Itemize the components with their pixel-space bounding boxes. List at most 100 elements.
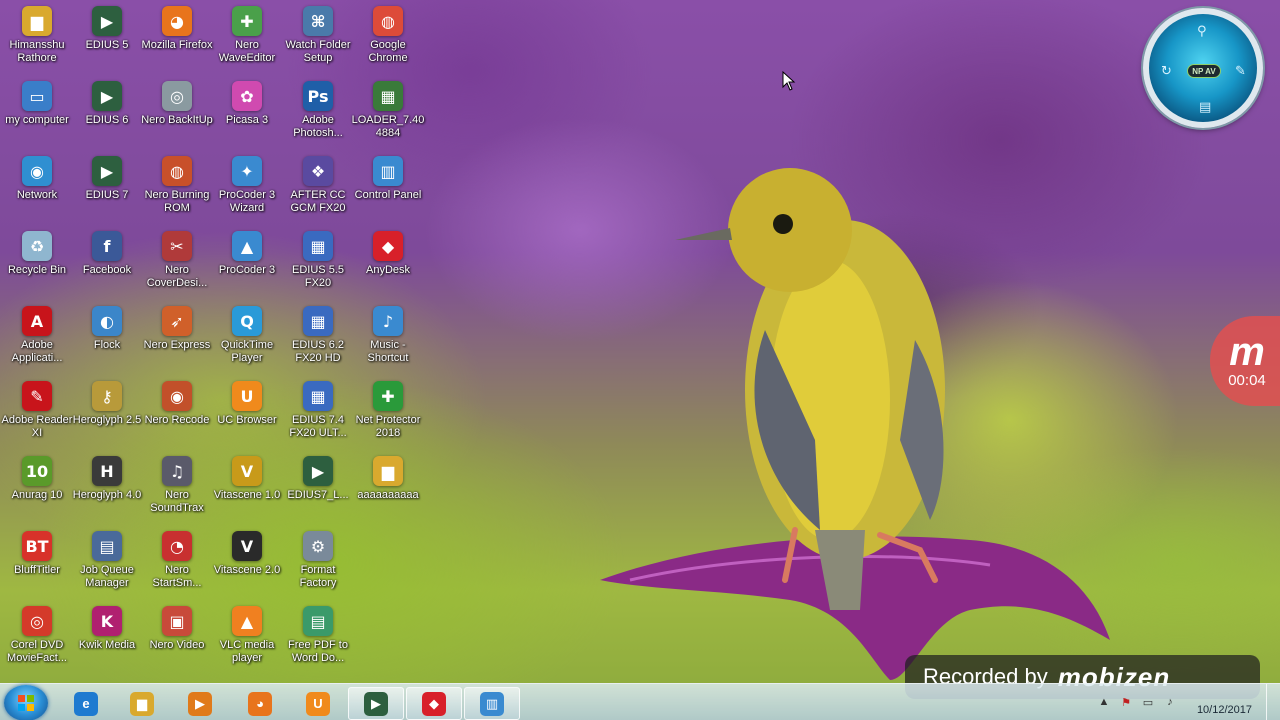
desktop-shortcut[interactable]: ▲ ProCoder 3 [211, 231, 283, 277]
desktop-shortcut[interactable]: ▶ EDIUS 6 [71, 81, 143, 127]
desktop-shortcut[interactable]: ▭ my computer [1, 81, 73, 127]
desktop-shortcut[interactable]: ✿ Picasa 3 [211, 81, 283, 127]
gadget-refresh-icon[interactable]: ↻ [1161, 64, 1172, 79]
taskbar-button-file-explorer[interactable]: ▆ [114, 687, 170, 720]
desktop-shortcut[interactable]: ▶ EDIUS7_L... [282, 456, 354, 502]
desktop-shortcut-label: Nero Express [143, 339, 211, 351]
desktop-shortcut[interactable]: ▦ EDIUS 5.5 FX20 [282, 231, 354, 290]
taskbar-date[interactable]: 10/12/2017 [1197, 704, 1252, 716]
desktop-shortcut[interactable]: H Heroglyph 4.0 [71, 456, 143, 502]
tray-expand-icon[interactable]: ▲ [1096, 696, 1112, 710]
desktop-shortcut[interactable]: ◐ Flock [71, 306, 143, 352]
corel-icon: ◎ [22, 606, 52, 636]
antivirus-gadget[interactable]: ⚲ ↻ ✎ ▤ NP AV [1143, 8, 1263, 128]
desktop-shortcut[interactable]: ◉ Nero Recode [141, 381, 213, 427]
desktop-shortcut[interactable]: Ps Adobe Photosh... [282, 81, 354, 140]
desktop-shortcut[interactable]: ◉ Network [1, 156, 73, 202]
edius-icon: ▦ [303, 306, 333, 336]
watch-folder-icon: ⌘ [303, 6, 333, 36]
desktop-shortcut[interactable]: f Facebook [71, 231, 143, 277]
desktop-shortcut-label: Himansshu Rathore [9, 39, 65, 64]
adobe-reader-icon: ✎ [22, 381, 52, 411]
desktop-shortcut[interactable]: ▦ LOADER_7.40 4884 [352, 81, 424, 140]
taskbar-button-internet-explorer[interactable]: e [58, 687, 114, 720]
pdf-to-word-icon: ▤ [303, 606, 333, 636]
desktop-shortcut[interactable]: ▥ Control Panel [352, 156, 424, 202]
tray-flag-icon[interactable]: ⚑ [1118, 696, 1134, 710]
photoshop-icon: Ps [303, 81, 333, 111]
desktop-shortcut[interactable]: A Adobe Applicati... [1, 306, 73, 365]
facebook-icon: f [92, 231, 122, 261]
desktop-shortcut[interactable]: ▶ EDIUS 7 [71, 156, 143, 202]
desktop-shortcut-label: EDIUS 7 [85, 189, 129, 201]
desktop-shortcut[interactable]: ▤ Free PDF to Word Do... [282, 606, 354, 665]
desktop-shortcut[interactable]: ✚ Net Protector 2018 [352, 381, 424, 440]
desktop-icon-grid: ▆ Himansshu Rathore ▭ my computer ◉ Network ♻ R… [0, 0, 430, 680]
desktop-shortcut[interactable]: ▶ EDIUS 5 [71, 6, 143, 52]
desktop-shortcut-label: UC Browser [217, 414, 277, 426]
gadget-search-icon[interactable]: ⚲ [1197, 24, 1207, 39]
heroglyph-icon: ⚷ [92, 381, 122, 411]
desktop-shortcut[interactable]: ◆ AnyDesk [352, 231, 424, 277]
desktop-shortcut[interactable]: ▦ EDIUS 6.2 FX20 HD [282, 306, 354, 365]
taskbar-button-anydesk[interactable]: ◆ [406, 687, 462, 720]
desktop-shortcut[interactable]: Q QuickTime Player [211, 306, 283, 365]
mouse-cursor-icon [782, 71, 796, 91]
desktop-shortcut-label: EDIUS 5 [85, 39, 129, 51]
recorder-logo-icon: m [1229, 329, 1265, 374]
file-explorer-icon: ▆ [130, 691, 154, 716]
desktop-shortcut[interactable]: ⌘ Watch Folder Setup [282, 6, 354, 65]
desktop-shortcut[interactable]: ✚ Nero WaveEditor [211, 6, 283, 65]
desktop-shortcut[interactable]: ▦ EDIUS 7.4 FX20 ULT... [282, 381, 354, 440]
desktop-shortcut-label: Kwik Media [78, 639, 136, 651]
quicktime-icon: Q [232, 306, 262, 336]
adobe-icon: A [22, 306, 52, 336]
desktop-shortcut[interactable]: ▤ Job Queue Manager [71, 531, 143, 590]
gadget-tools-icon[interactable]: ✎ [1235, 64, 1246, 79]
desktop-shortcut[interactable]: BT BluffTitler [1, 531, 73, 577]
desktop-shortcut[interactable]: ⚷ Heroglyph 2.5 [71, 381, 143, 427]
desktop-shortcut[interactable]: ✂ Nero CoverDesi... [141, 231, 213, 290]
desktop-shortcut[interactable]: ▲ VLC media player [211, 606, 283, 665]
desktop-shortcut[interactable]: V Vitascene 2.0 [211, 531, 283, 577]
desktop-shortcut-label: my computer [5, 114, 69, 126]
desktop-shortcut-label: Heroglyph 4.0 [72, 489, 142, 501]
show-desktop-button[interactable] [1266, 684, 1280, 720]
gadget-list-icon[interactable]: ▤ [1199, 100, 1211, 115]
desktop-shortcut[interactable]: ◍ Google Chrome [352, 6, 424, 65]
desktop-shortcut[interactable]: ▆ aaaaaaaaaa [352, 456, 424, 502]
desktop-shortcut[interactable]: ✎ Adobe Reader XI [1, 381, 73, 440]
start-button[interactable] [4, 685, 48, 720]
desktop-shortcut[interactable]: 10 Anurag 10 [1, 456, 73, 502]
desktop-shortcut[interactable]: ♻ Recycle Bin [1, 231, 73, 277]
taskbar-button-uc-browser[interactable]: U [290, 687, 346, 720]
desktop-shortcut[interactable]: ➶ Nero Express [141, 306, 213, 352]
taskbar-button-media-player[interactable]: ▶ [172, 687, 228, 720]
desktop-shortcut[interactable]: ◔ Nero StartSm... [141, 531, 213, 590]
taskbar-button-firefox[interactable]: ◕ [232, 687, 288, 720]
desktop-shortcut[interactable]: ◕ Mozilla Firefox [141, 6, 213, 52]
desktop-shortcut[interactable]: V Vitascene 1.0 [211, 456, 283, 502]
taskbar-button-control-panel[interactable]: ▥ [464, 687, 520, 720]
internet-explorer-icon: e [74, 691, 98, 716]
desktop-shortcut[interactable]: ♪ Music - Shortcut [352, 306, 424, 365]
desktop-shortcut[interactable]: ▆ Himansshu Rathore [1, 6, 73, 65]
desktop-shortcut[interactable]: ⚙ Format Factory [282, 531, 354, 590]
desktop-shortcut[interactable]: ♫ Nero SoundTrax [141, 456, 213, 515]
desktop-shortcut[interactable]: ❖ AFTER CC GCM FX20 [282, 156, 354, 215]
desktop-shortcut[interactable]: ◍ Nero Burning ROM [141, 156, 213, 215]
recorder-badge[interactable]: m 00:04 [1210, 316, 1280, 406]
uc-browser-icon: U [306, 691, 330, 716]
tray-battery-icon[interactable]: ▭ [1140, 696, 1156, 710]
desktop-shortcut[interactable]: U UC Browser [211, 381, 283, 427]
nero-icon: ▣ [162, 606, 192, 636]
desktop-shortcut[interactable]: ✦ ProCoder 3 Wizard [211, 156, 283, 215]
desktop-shortcut[interactable]: ◎ Corel DVD MovieFact... [1, 606, 73, 665]
tray-volume-icon[interactable]: ♪ [1162, 696, 1178, 710]
anurag-icon: 10 [22, 456, 52, 486]
desktop-shortcut[interactable]: ▣ Nero Video [141, 606, 213, 652]
taskbar-button-edius[interactable]: ▶ [348, 687, 404, 720]
desktop-shortcut[interactable]: ◎ Nero BackItUp [141, 81, 213, 127]
desktop-shortcut-label: Heroglyph 2.5 [72, 414, 142, 426]
desktop-shortcut[interactable]: K Kwik Media [71, 606, 143, 652]
